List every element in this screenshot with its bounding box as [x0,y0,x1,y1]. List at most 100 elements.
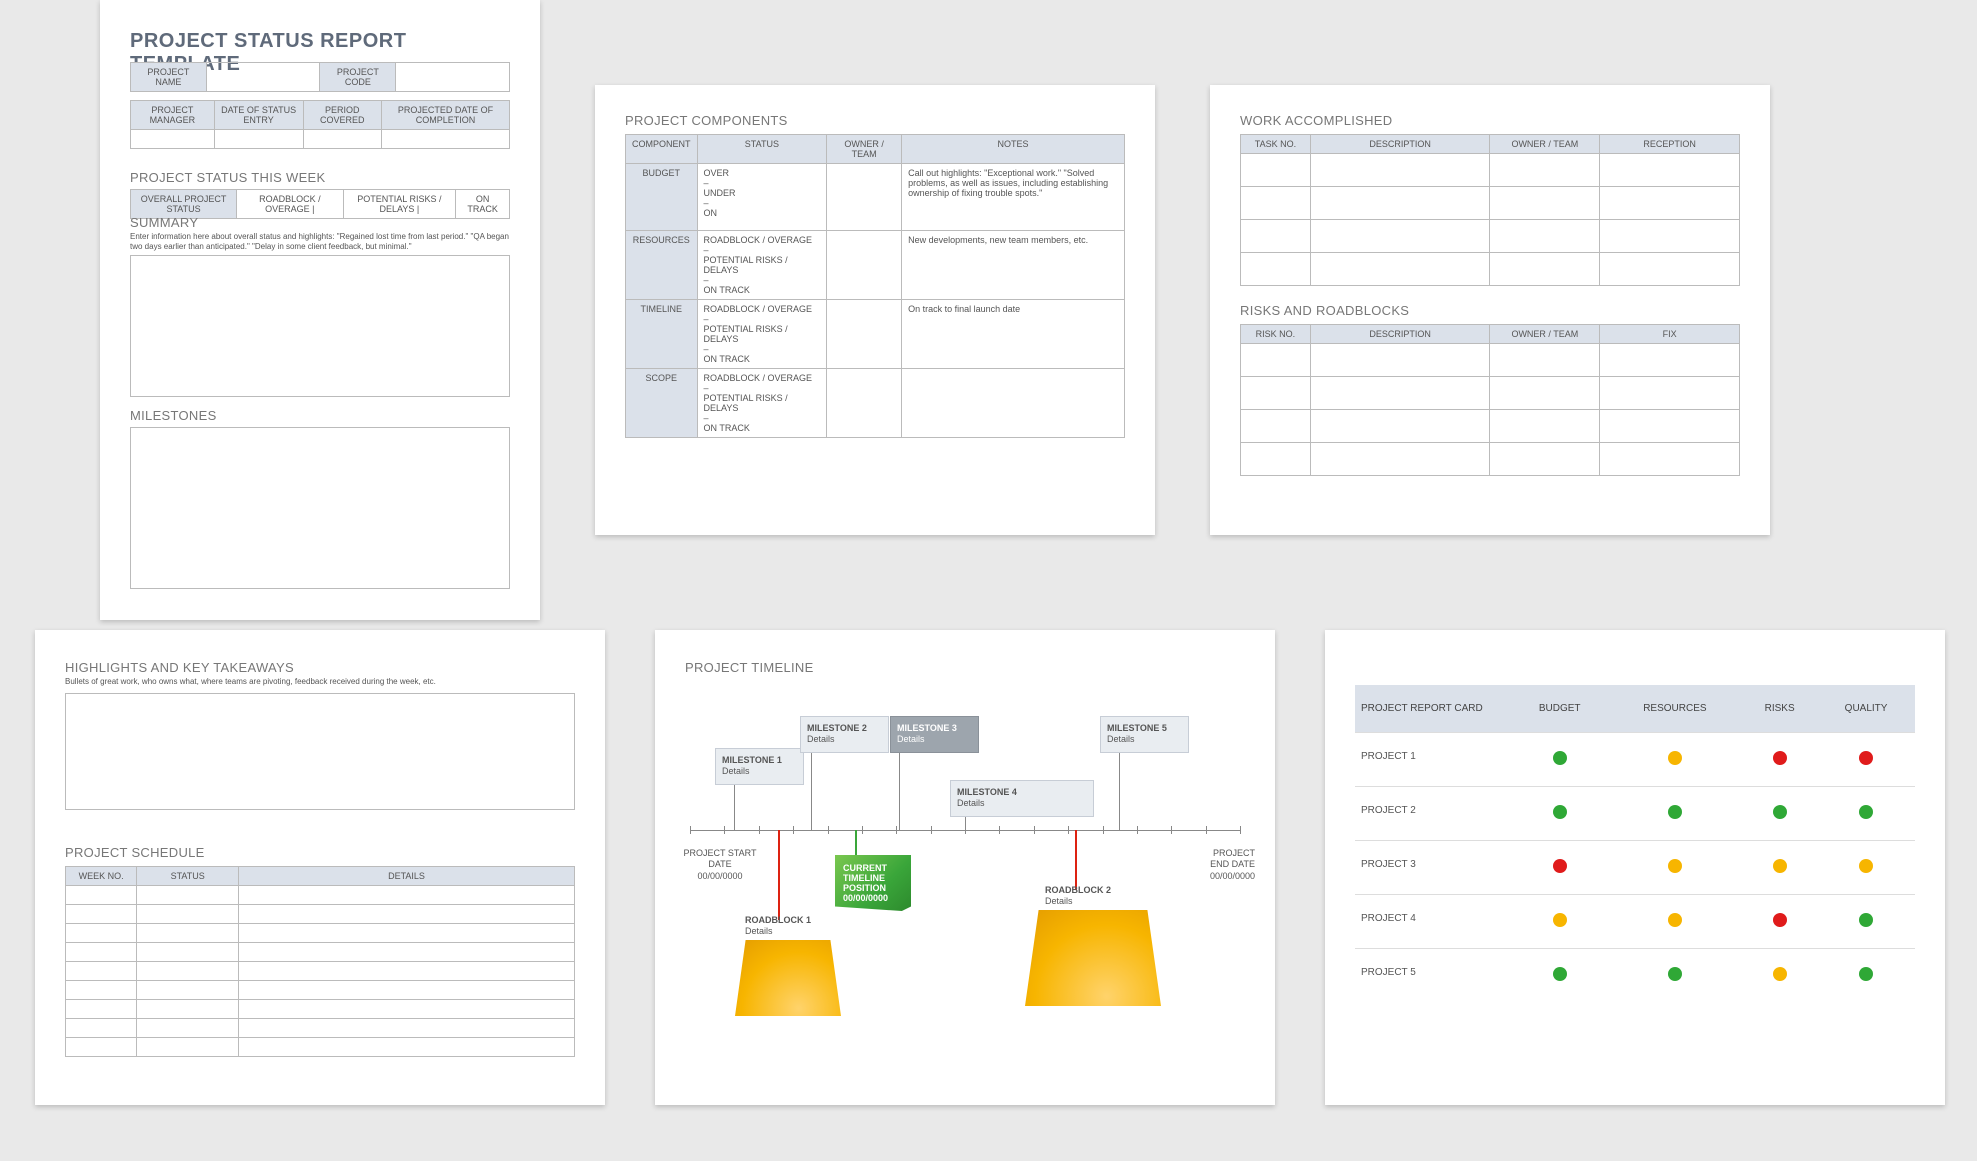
milestone-name: MILESTONE 1 [722,755,782,765]
hdr-budget: BUDGET [1512,685,1608,733]
table-row[interactable] [66,905,137,924]
status-dot-icon [1668,967,1682,981]
hdr-desc2: DESCRIPTION [1310,325,1490,344]
table-row[interactable] [1241,253,1311,286]
row-resources: RESOURCES [626,231,698,300]
milestone-name: MILESTONE 3 [897,723,957,733]
current-position: CURRENT TIMELINE POSITION 00/00/0000 [835,855,911,911]
table-row[interactable] [66,886,137,905]
owner-scope[interactable] [827,369,902,438]
hdr-period: PERIOD COVERED [303,101,381,130]
table-row[interactable] [1241,220,1311,253]
hdr-owner: OWNER / TEAM [827,135,902,164]
notes-scope [902,369,1125,438]
table-row[interactable] [66,943,137,962]
status-dot-cell [1817,787,1915,841]
table-row[interactable] [66,924,137,943]
status-dot-cell [1608,949,1743,1003]
status-dot-cell [1512,949,1608,1003]
status-dot-cell [1742,841,1817,895]
project-meta-1: PROJECT NAME PROJECT CODE [130,62,510,92]
input-period[interactable] [303,130,381,149]
table-row[interactable] [66,1019,137,1038]
page-timeline: PROJECT TIMELINE MILESTONE 1 Details MIL… [655,630,1275,1105]
status-dot-cell [1512,787,1608,841]
timeline-title: PROJECT TIMELINE [685,660,1245,675]
status-dot-icon [1668,751,1682,765]
status-dot-icon [1859,967,1873,981]
status-dot-icon [1668,805,1682,819]
table-row[interactable] [66,1038,137,1057]
input-completion[interactable] [382,130,510,149]
row-budget: BUDGET [626,164,698,231]
owner-resources[interactable] [827,231,902,300]
status-dot-icon [1668,913,1682,927]
notes-budget: Call out highlights: "Exceptional work."… [902,164,1125,231]
hdr-taskno: TASK NO. [1241,135,1311,154]
start-label: PROJECT START DATE 00/00/0000 [675,848,765,882]
input-date-entry[interactable] [214,130,303,149]
work-title: WORK ACCOMPLISHED [1240,113,1740,128]
milestone-sub: Details [957,798,985,808]
table-row[interactable] [1241,187,1311,220]
milestone-2: MILESTONE 2 Details [800,716,889,753]
highlights-title: HIGHLIGHTS AND KEY TAKEAWAYS [65,660,575,675]
hdr-notes: NOTES [902,135,1125,164]
summary-box[interactable] [130,255,510,397]
hdr-component: COMPONENT [626,135,698,164]
hdr-status: STATUS [697,135,827,164]
status-dot-icon [1773,805,1787,819]
highlights-box[interactable] [65,693,575,810]
milestone-name: MILESTONE 2 [807,723,867,733]
label-project-code: PROJECT CODE [320,63,396,92]
table-row[interactable] [66,1000,137,1019]
label-project-name: PROJECT NAME [131,63,207,92]
risk-title: RISKS AND ROADBLOCKS [1240,303,1740,318]
input-project-name[interactable] [206,63,320,92]
input-pm[interactable] [131,130,215,149]
report-card-row: PROJECT 4 [1355,895,1915,949]
table-row[interactable] [66,981,137,1000]
status-dot-cell [1512,895,1608,949]
row-scope: SCOPE [626,369,698,438]
table-row[interactable] [1241,154,1311,187]
status-dot-icon [1553,913,1567,927]
schedule-title: PROJECT SCHEDULE [65,845,575,860]
hdr-fix: FIX [1600,325,1740,344]
input-project-code[interactable] [396,63,510,92]
report-card-table: PROJECT REPORT CARD BUDGET RESOURCES RIS… [1355,685,1915,1002]
roadblock-2 [1025,910,1161,1006]
status-dot-cell [1608,787,1743,841]
milestone-5: MILESTONE 5 Details [1100,716,1189,753]
status-dot-icon [1773,751,1787,765]
status-dot-icon [1553,805,1567,819]
table-row[interactable] [1241,377,1311,410]
status-dot-icon [1773,859,1787,873]
row-timeline: TIMELINE [626,300,698,369]
owner-budget[interactable] [827,164,902,231]
hdr-pm: PROJECT MANAGER [131,101,215,130]
page-report-card: PROJECT REPORT CARD BUDGET RESOURCES RIS… [1325,630,1945,1105]
table-row[interactable] [1241,410,1311,443]
table-row[interactable] [1241,344,1311,377]
status-dot-cell [1742,949,1817,1003]
table-row[interactable] [66,962,137,981]
status-dot-cell [1512,841,1608,895]
project-name: PROJECT 4 [1355,895,1512,949]
components-title: PROJECT COMPONENTS [625,113,1125,128]
status-dot-cell [1608,733,1743,787]
owner-timeline[interactable] [827,300,902,369]
status-dot-cell [1817,949,1915,1003]
page-highlights: HIGHLIGHTS AND KEY TAKEAWAYS Bullets of … [35,630,605,1105]
status-resources: ROADBLOCK / OVERAGE – POTENTIAL RISKS / … [697,231,827,300]
milestone-1: MILESTONE 1 Details [715,748,804,785]
roadblock-1 [735,940,841,1016]
milestone-3: MILESTONE 3 Details [890,716,979,753]
hdr-status2: STATUS [137,867,239,886]
page-work-risks: WORK ACCOMPLISHED TASK NO. DESCRIPTION O… [1210,85,1770,535]
table-row[interactable] [1241,443,1311,476]
milestones-box[interactable] [130,427,510,589]
status-dot-icon [1773,913,1787,927]
milestone-name: MILESTONE 5 [1107,723,1167,733]
hdr-quality: QUALITY [1817,685,1915,733]
